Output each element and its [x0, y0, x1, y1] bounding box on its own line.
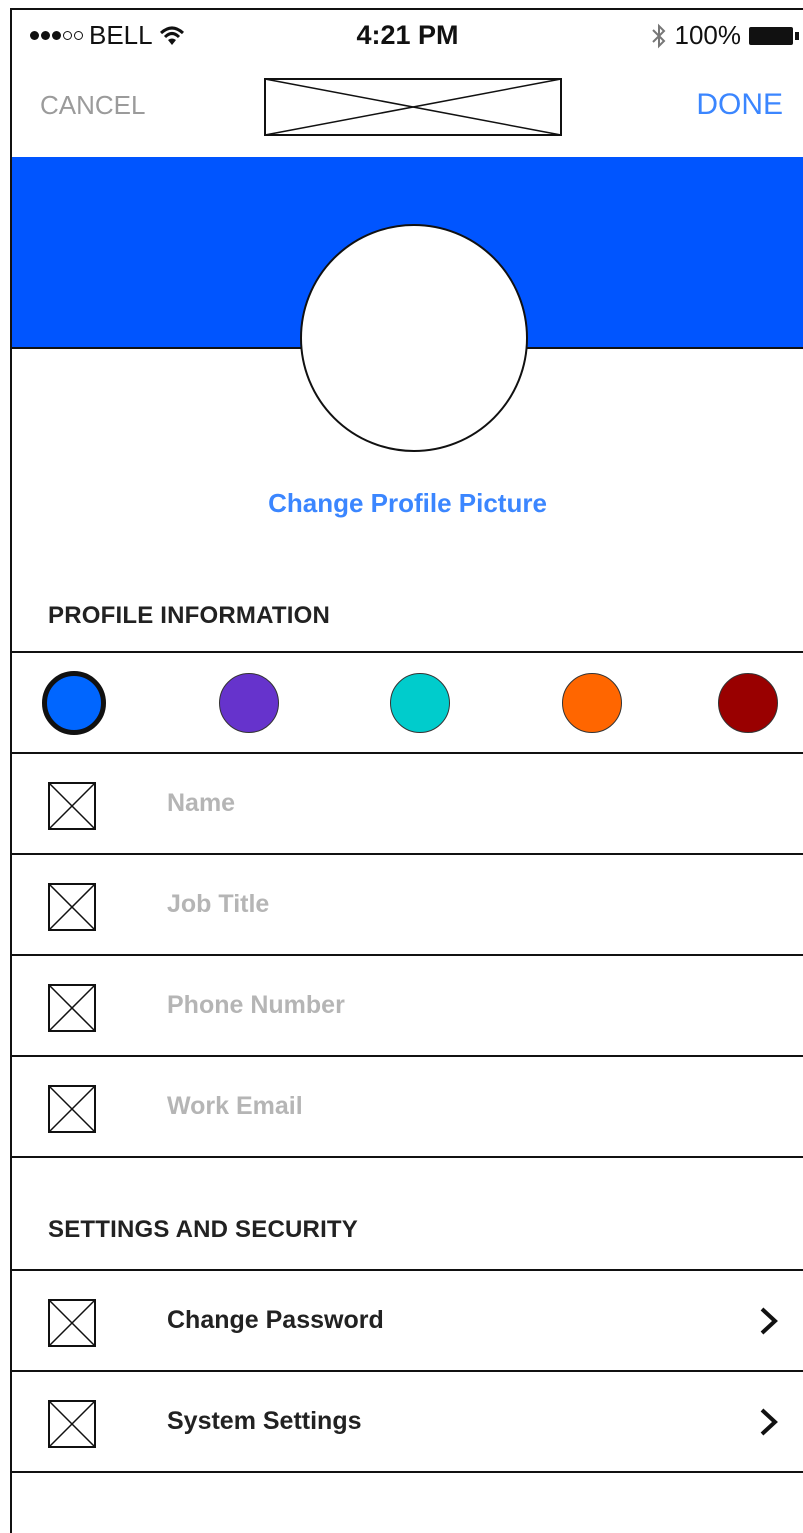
settings-security-heading: SETTINGS AND SECURITY: [48, 1216, 359, 1243]
change-profile-picture-link[interactable]: Change Profile Picture: [12, 488, 803, 519]
status-bar: BELL 4:21 PM 100%: [12, 10, 803, 62]
done-button[interactable]: DONE: [696, 88, 783, 122]
placeholder-image-icon: [48, 1299, 96, 1347]
phone-number-field-row[interactable]: Phone Number: [12, 956, 803, 1056]
nav-bar: CANCEL DONE: [12, 62, 803, 159]
color-swatch-purple[interactable]: [219, 673, 279, 733]
name-input[interactable]: Name: [167, 789, 235, 818]
battery-icon: [749, 26, 799, 45]
chevron-right-icon: [760, 1408, 778, 1436]
placeholder-image-icon: [48, 984, 96, 1032]
divider: [12, 651, 803, 653]
profile-information-heading: PROFILE INFORMATION: [48, 602, 331, 629]
status-right: 100%: [651, 20, 799, 51]
chevron-right-icon: [760, 1307, 778, 1335]
profile-avatar[interactable]: [300, 224, 528, 452]
system-settings-row[interactable]: System Settings: [12, 1372, 803, 1472]
placeholder-image-icon: [48, 782, 96, 830]
phone-number-input[interactable]: Phone Number: [167, 991, 345, 1020]
work-email-field-row[interactable]: Work Email: [12, 1057, 803, 1157]
job-title-input[interactable]: Job Title: [167, 890, 269, 919]
color-swatch-teal[interactable]: [390, 673, 450, 733]
job-title-field-row[interactable]: Job Title: [12, 855, 803, 955]
battery-percent: 100%: [674, 20, 742, 50]
change-password-label: Change Password: [167, 1306, 384, 1334]
placeholder-image-icon: [48, 883, 96, 931]
logo-placeholder-image: [264, 78, 562, 136]
divider: [12, 1156, 803, 1158]
divider: [12, 1471, 803, 1473]
color-swatch-blue[interactable]: [42, 671, 106, 735]
system-settings-label: System Settings: [167, 1407, 362, 1435]
change-password-row[interactable]: Change Password: [12, 1271, 803, 1371]
placeholder-image-icon: [48, 1085, 96, 1133]
name-field-row[interactable]: Name: [12, 754, 803, 854]
color-swatch-dark-red[interactable]: [718, 673, 778, 733]
work-email-input[interactable]: Work Email: [167, 1092, 303, 1121]
cancel-button[interactable]: CANCEL: [40, 90, 145, 121]
bluetooth-icon: [651, 23, 665, 48]
phone-frame: BELL 4:21 PM 100% CANCEL DONE Change Pro…: [10, 8, 803, 1533]
color-swatch-orange[interactable]: [562, 673, 622, 733]
placeholder-image-icon: [48, 1400, 96, 1448]
